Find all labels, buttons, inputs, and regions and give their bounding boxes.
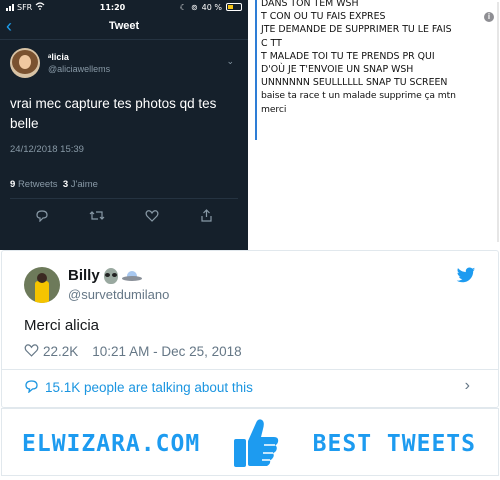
message-line: baise ta race t un malade supprime ça mt… — [261, 90, 456, 102]
message-line: DANS TON TEM WSH — [261, 0, 359, 9]
avatar[interactable] — [24, 267, 60, 303]
status-time: 11:20 — [99, 2, 126, 12]
retweets-count: 9 — [10, 179, 16, 190]
twitter-bird-icon[interactable] — [456, 267, 476, 289]
message-line: UNNNNNN SEULLLLLL SNAP TU SCREEN — [261, 77, 448, 89]
tweet-text: vrai mec capture tes photos qd tes belle — [10, 96, 217, 131]
message-line: T CON OU TU FAIS EXPRES — [261, 11, 386, 23]
footer-banner: ELWIZARA.COM BEST TWEETS — [1, 408, 499, 476]
thumbs-up-icon — [230, 415, 282, 476]
likes-count[interactable]: 22.2K — [43, 344, 78, 359]
battery-icon — [225, 3, 242, 11]
rotation-lock-icon: ⊚ — [190, 2, 198, 12]
message-line: JTE DEMANDE DE SUPPRIMER TU LE FAIS — [261, 24, 452, 36]
tweet-date: 24/12/2018 15:39 — [10, 144, 84, 155]
alien-emoji-icon — [103, 267, 118, 284]
message-panel: DANS TON TEM WSH T CON OU TU FAIS EXPRES… — [255, 0, 500, 250]
tweet-actions — [10, 199, 238, 225]
status-bar: SFR 11:20 ☾ ⊚ 40 % — [0, 0, 248, 14]
tweet-text: Merci alicia — [24, 317, 100, 334]
heart-icon[interactable] — [24, 343, 39, 360]
info-icon[interactable]: i — [484, 12, 494, 22]
message-line: C TT — [261, 37, 282, 49]
tweet-header: ᵃlicia @aliciawellems ⌄ — [10, 48, 238, 78]
phone-screenshot: SFR 11:20 ☾ ⊚ 40 % ‹ Tweet ᵃlicia @alici… — [0, 0, 248, 250]
author-handle[interactable]: @survetdumilano — [68, 287, 169, 302]
message-list: DANS TON TEM WSH T CON OU TU FAIS EXPRES… — [261, 0, 486, 116]
divider — [2, 369, 498, 370]
scrollbar[interactable] — [497, 2, 499, 242]
battery-fill — [227, 5, 233, 9]
retweets-label[interactable]: Retweets — [18, 179, 58, 190]
chevron-right-icon[interactable]: › — [465, 377, 470, 395]
conversation-link[interactable]: 15.1K people are talking about this — [24, 379, 253, 396]
accent-line — [255, 0, 257, 140]
author-handle[interactable]: @aliciawellems — [48, 64, 110, 74]
carrier-label: SFR — [17, 2, 33, 12]
share-icon[interactable] — [197, 209, 217, 225]
reply-icon[interactable] — [32, 209, 52, 225]
message-line: T MALADE TOI TU TE PRENDS PR QUI — [261, 50, 435, 62]
tagline: BEST TWEETS — [312, 431, 476, 457]
battery-percent: 40 % — [201, 2, 222, 12]
avatar[interactable] — [10, 48, 40, 78]
moon-icon: ☾ — [179, 2, 187, 12]
wifi-icon — [35, 2, 45, 12]
author-name[interactable]: ᵃlicia — [48, 52, 110, 62]
message-line: merci — [261, 103, 287, 115]
ufo-emoji-icon — [121, 270, 142, 281]
embedded-tweet: Billy @survetdumilano Merci alicia 22.2K… — [1, 250, 499, 408]
page-title: Tweet — [108, 20, 140, 32]
speech-bubble-icon — [24, 379, 39, 396]
original-tweet: ᵃlicia @aliciawellems ⌄ vrai mec capture… — [0, 40, 248, 233]
message-line: D'OÙ JE T'ENVOIE UN SNAP WSH — [261, 64, 414, 76]
author-name[interactable]: Billy — [68, 267, 100, 284]
site-name[interactable]: ELWIZARA.COM — [22, 431, 200, 457]
retweet-icon[interactable] — [87, 209, 107, 225]
author-name-row[interactable]: Billy — [68, 267, 142, 284]
nav-bar: ‹ Tweet — [0, 14, 248, 40]
tweet-stats: 9 Retweets 3 J'aime — [10, 173, 238, 190]
tweet-meta: 22.2K 10:21 AM - Dec 25, 2018 — [24, 343, 242, 360]
signal-icon — [6, 3, 14, 11]
likes-count: 3 — [62, 179, 69, 190]
likes-label[interactable]: J'aime — [71, 179, 98, 190]
chevron-down-icon[interactable]: ⌄ — [226, 56, 234, 67]
like-icon[interactable] — [142, 209, 162, 225]
tweet-timestamp[interactable]: 10:21 AM - Dec 25, 2018 — [92, 344, 241, 359]
conversation-label[interactable]: 15.1K people are talking about this — [45, 380, 253, 395]
